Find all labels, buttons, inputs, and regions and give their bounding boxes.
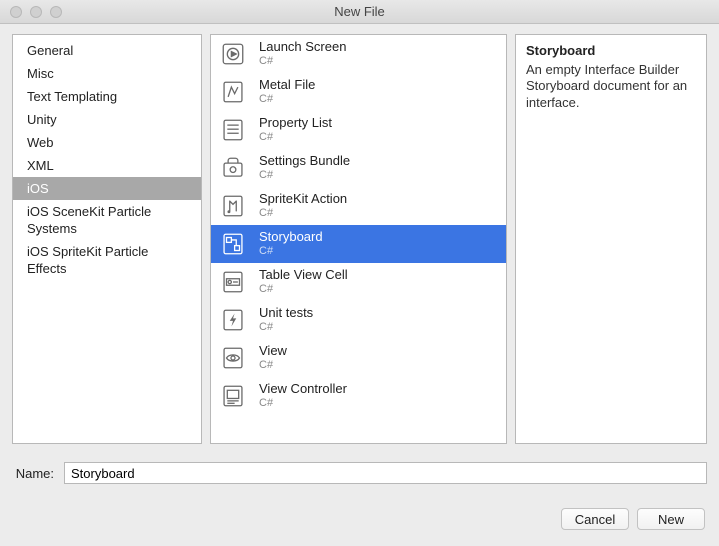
template-text: Table View CellC# — [259, 268, 348, 296]
template-subtitle: C# — [259, 131, 332, 144]
category-item[interactable]: iOS — [13, 177, 201, 200]
template-subtitle: C# — [259, 169, 350, 182]
template-subtitle: C# — [259, 359, 287, 372]
template-item[interactable]: View ControllerC# — [211, 377, 506, 415]
template-name: Table View Cell — [259, 268, 348, 283]
template-name: Metal File — [259, 78, 315, 93]
list-icon — [219, 116, 247, 144]
close-icon[interactable] — [10, 6, 22, 18]
template-text: ViewC# — [259, 344, 287, 372]
template-name: View — [259, 344, 287, 359]
bolt-icon — [219, 306, 247, 334]
template-text: SpriteKit ActionC# — [259, 192, 347, 220]
zoom-icon[interactable] — [50, 6, 62, 18]
template-name: Property List — [259, 116, 332, 131]
template-item[interactable]: Settings BundleC# — [211, 149, 506, 187]
template-text: Property ListC# — [259, 116, 332, 144]
play-circle-icon — [219, 40, 247, 68]
details-title: Storyboard — [526, 43, 696, 58]
template-text: StoryboardC# — [259, 230, 323, 258]
template-item[interactable]: Property ListC# — [211, 111, 506, 149]
template-list[interactable]: Launch ScreenC#Metal FileC#Property List… — [210, 34, 507, 444]
template-name: Unit tests — [259, 306, 313, 321]
template-subtitle: C# — [259, 207, 347, 220]
minimize-icon[interactable] — [30, 6, 42, 18]
template-name: View Controller — [259, 382, 347, 397]
template-item[interactable]: Unit testsC# — [211, 301, 506, 339]
template-name: Launch Screen — [259, 40, 346, 55]
template-item[interactable]: Table View CellC# — [211, 263, 506, 301]
template-subtitle: C# — [259, 55, 346, 68]
cancel-button[interactable]: Cancel — [561, 508, 629, 530]
window-title: New File — [0, 4, 719, 19]
category-item[interactable]: iOS SpriteKit Particle Effects — [13, 240, 201, 280]
template-item[interactable]: StoryboardC# — [211, 225, 506, 263]
new-button[interactable]: New — [637, 508, 705, 530]
template-item[interactable]: SpriteKit ActionC# — [211, 187, 506, 225]
window-controls — [0, 6, 62, 18]
category-item[interactable]: iOS SceneKit Particle Systems — [13, 200, 201, 240]
controller-icon — [219, 382, 247, 410]
template-text: Launch ScreenC# — [259, 40, 346, 68]
template-subtitle: C# — [259, 397, 347, 410]
template-subtitle: C# — [259, 245, 323, 258]
category-item[interactable]: General — [13, 39, 201, 62]
template-subtitle: C# — [259, 321, 313, 334]
eye-icon — [219, 344, 247, 372]
template-text: Metal FileC# — [259, 78, 315, 106]
dialog-buttons: Cancel New — [12, 508, 707, 530]
storyboard-icon — [219, 230, 247, 258]
category-item[interactable]: Web — [13, 131, 201, 154]
dialog-content: GeneralMiscText TemplatingUnityWebXMLiOS… — [0, 24, 719, 542]
category-item[interactable]: Text Templating — [13, 85, 201, 108]
category-item[interactable]: XML — [13, 154, 201, 177]
name-label: Name: — [12, 466, 54, 481]
metal-icon — [219, 78, 247, 106]
category-item[interactable]: Misc — [13, 62, 201, 85]
template-text: Unit testsC# — [259, 306, 313, 334]
titlebar: New File — [0, 0, 719, 24]
template-name: Settings Bundle — [259, 154, 350, 169]
template-item[interactable]: ViewC# — [211, 339, 506, 377]
details-body: An empty Interface Builder Storyboard do… — [526, 62, 696, 111]
template-subtitle: C# — [259, 93, 315, 106]
sprite-icon — [219, 192, 247, 220]
template-name: SpriteKit Action — [259, 192, 347, 207]
columns: GeneralMiscText TemplatingUnityWebXMLiOS… — [12, 34, 707, 444]
template-subtitle: C# — [259, 283, 348, 296]
name-input[interactable] — [64, 462, 707, 484]
template-item[interactable]: Launch ScreenC# — [211, 35, 506, 73]
details-panel: Storyboard An empty Interface Builder St… — [515, 34, 707, 444]
name-row: Name: — [12, 462, 707, 484]
template-text: View ControllerC# — [259, 382, 347, 410]
category-item[interactable]: Unity — [13, 108, 201, 131]
template-text: Settings BundleC# — [259, 154, 350, 182]
bundle-icon — [219, 154, 247, 182]
category-list[interactable]: GeneralMiscText TemplatingUnityWebXMLiOS… — [12, 34, 202, 444]
table-cell-icon — [219, 268, 247, 296]
template-item[interactable]: Metal FileC# — [211, 73, 506, 111]
template-name: Storyboard — [259, 230, 323, 245]
